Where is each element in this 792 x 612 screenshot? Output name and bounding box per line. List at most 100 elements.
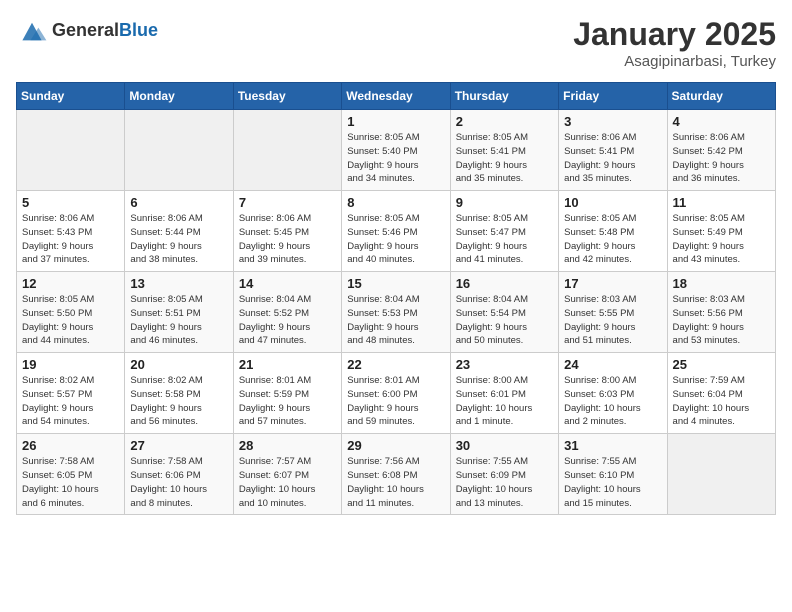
day-info: Sunrise: 8:05 AM Sunset: 5:49 PM Dayligh…	[673, 212, 770, 267]
day-info: Sunrise: 7:55 AM Sunset: 6:09 PM Dayligh…	[456, 455, 553, 510]
day-number: 24	[564, 357, 661, 372]
day-cell: 28 Sunrise: 7:57 AM Sunset: 6:07 PM Dayli…	[233, 434, 341, 515]
day-cell: 31 Sunrise: 7:55 AM Sunset: 6:10 PM Dayli…	[559, 434, 667, 515]
day-number: 2	[456, 114, 553, 129]
day-info: Sunrise: 8:00 AM Sunset: 6:03 PM Dayligh…	[564, 374, 661, 429]
day-info: Sunrise: 8:05 AM Sunset: 5:50 PM Dayligh…	[22, 293, 119, 348]
day-cell: 29Sunrise: 7:56 AM Sunset: 6:08 PM Dayli…	[342, 434, 450, 515]
calendar-table: SundayMondayTuesdayWednesdayThursdayFrid…	[16, 82, 776, 515]
day-number: 10	[564, 195, 661, 210]
day-info: Sunrise: 8:05 AM Sunset: 5:46 PM Dayligh…	[347, 212, 444, 267]
day-number: 30	[456, 438, 553, 453]
day-number: 14	[239, 276, 336, 291]
day-cell: 30 Sunrise: 7:55 AM Sunset: 6:09 PM Dayli…	[450, 434, 558, 515]
day-number: 1	[347, 114, 444, 129]
day-cell: 27 Sunrise: 7:58 AM Sunset: 6:06 PM Dayli…	[125, 434, 233, 515]
day-number: 15	[347, 276, 444, 291]
day-cell	[125, 110, 233, 191]
day-cell: 18 Sunrise: 8:03 AM Sunset: 5:56 PM Dayli…	[667, 272, 775, 353]
day-number: 20	[130, 357, 227, 372]
day-number: 23	[456, 357, 553, 372]
day-info: Sunrise: 8:02 AM Sunset: 5:57 PM Dayligh…	[22, 374, 119, 429]
day-number: 26	[22, 438, 119, 453]
day-info: Sunrise: 8:05 AM Sunset: 5:48 PM Dayligh…	[564, 212, 661, 267]
day-info: Sunrise: 8:04 AM Sunset: 5:53 PM Dayligh…	[347, 293, 444, 348]
week-row-1: 1 Sunrise: 8:05 AM Sunset: 5:40 PM Daylig…	[17, 110, 776, 191]
day-info: Sunrise: 7:55 AM Sunset: 6:10 PM Dayligh…	[564, 455, 661, 510]
day-cell: 13 Sunrise: 8:05 AM Sunset: 5:51 PM Dayli…	[125, 272, 233, 353]
day-number: 27	[130, 438, 227, 453]
day-info: Sunrise: 8:00 AM Sunset: 6:01 PM Dayligh…	[456, 374, 553, 429]
day-info: Sunrise: 8:06 AM Sunset: 5:43 PM Dayligh…	[22, 212, 119, 267]
weekday-header-tuesday: Tuesday	[233, 83, 341, 110]
month-title: January 2025	[573, 16, 776, 53]
day-number: 13	[130, 276, 227, 291]
day-number: 4	[673, 114, 770, 129]
day-info: Sunrise: 8:01 AM Sunset: 6:00 PM Dayligh…	[347, 374, 444, 429]
day-cell: 2 Sunrise: 8:05 AM Sunset: 5:41 PM Daylig…	[450, 110, 558, 191]
weekday-header-row: SundayMondayTuesdayWednesdayThursdayFrid…	[17, 83, 776, 110]
week-row-5: 26Sunrise: 7:58 AM Sunset: 6:05 PM Dayli…	[17, 434, 776, 515]
day-cell: 12 Sunrise: 8:05 AM Sunset: 5:50 PM Dayli…	[17, 272, 125, 353]
weekday-header-thursday: Thursday	[450, 83, 558, 110]
day-cell: 5 Sunrise: 8:06 AM Sunset: 5:43 PM Daylig…	[17, 191, 125, 272]
logo-icon	[16, 16, 48, 44]
day-info: Sunrise: 8:05 AM Sunset: 5:40 PM Dayligh…	[347, 131, 444, 186]
day-info: Sunrise: 8:02 AM Sunset: 5:58 PM Dayligh…	[130, 374, 227, 429]
week-row-4: 19 Sunrise: 8:02 AM Sunset: 5:57 PM Dayli…	[17, 353, 776, 434]
day-info: Sunrise: 8:03 AM Sunset: 5:55 PM Dayligh…	[564, 293, 661, 348]
day-number: 8	[347, 195, 444, 210]
day-info: Sunrise: 8:04 AM Sunset: 5:52 PM Dayligh…	[239, 293, 336, 348]
day-number: 25	[673, 357, 770, 372]
day-cell: 16 Sunrise: 8:04 AM Sunset: 5:54 PM Dayli…	[450, 272, 558, 353]
day-info: Sunrise: 8:05 AM Sunset: 5:51 PM Dayligh…	[130, 293, 227, 348]
weekday-header-monday: Monday	[125, 83, 233, 110]
day-cell: 25 Sunrise: 7:59 AM Sunset: 6:04 PM Dayli…	[667, 353, 775, 434]
day-number: 12	[22, 276, 119, 291]
day-info: Sunrise: 8:05 AM Sunset: 5:47 PM Dayligh…	[456, 212, 553, 267]
day-number: 19	[22, 357, 119, 372]
day-cell: 4 Sunrise: 8:06 AM Sunset: 5:42 PM Daylig…	[667, 110, 775, 191]
week-row-3: 12 Sunrise: 8:05 AM Sunset: 5:50 PM Dayli…	[17, 272, 776, 353]
day-number: 31	[564, 438, 661, 453]
day-info: Sunrise: 7:59 AM Sunset: 6:04 PM Dayligh…	[673, 374, 770, 429]
day-cell	[17, 110, 125, 191]
day-info: Sunrise: 8:05 AM Sunset: 5:41 PM Dayligh…	[456, 131, 553, 186]
week-row-2: 5 Sunrise: 8:06 AM Sunset: 5:43 PM Daylig…	[17, 191, 776, 272]
day-cell: 10 Sunrise: 8:05 AM Sunset: 5:48 PM Dayli…	[559, 191, 667, 272]
day-info: Sunrise: 8:03 AM Sunset: 5:56 PM Dayligh…	[673, 293, 770, 348]
day-cell: 14 Sunrise: 8:04 AM Sunset: 5:52 PM Dayli…	[233, 272, 341, 353]
day-cell: 11Sunrise: 8:05 AM Sunset: 5:49 PM Dayli…	[667, 191, 775, 272]
title-area: January 2025 Asagipinarbasi, Turkey	[573, 16, 776, 70]
day-number: 6	[130, 195, 227, 210]
day-number: 22	[347, 357, 444, 372]
day-cell: 15 Sunrise: 8:04 AM Sunset: 5:53 PM Dayli…	[342, 272, 450, 353]
day-number: 7	[239, 195, 336, 210]
day-number: 28	[239, 438, 336, 453]
weekday-header-sunday: Sunday	[17, 83, 125, 110]
logo-general-text: General	[52, 20, 119, 40]
day-number: 18	[673, 276, 770, 291]
day-cell: 22 Sunrise: 8:01 AM Sunset: 6:00 PM Dayli…	[342, 353, 450, 434]
logo: GeneralBlue	[16, 16, 158, 44]
header: GeneralBlue January 2025 Asagipinarbasi,…	[16, 16, 776, 70]
day-cell: 21Sunrise: 8:01 AM Sunset: 5:59 PM Dayli…	[233, 353, 341, 434]
weekday-header-saturday: Saturday	[667, 83, 775, 110]
day-number: 3	[564, 114, 661, 129]
day-number: 16	[456, 276, 553, 291]
day-info: Sunrise: 7:57 AM Sunset: 6:07 PM Dayligh…	[239, 455, 336, 510]
day-info: Sunrise: 8:06 AM Sunset: 5:44 PM Dayligh…	[130, 212, 227, 267]
day-info: Sunrise: 7:58 AM Sunset: 6:06 PM Dayligh…	[130, 455, 227, 510]
day-info: Sunrise: 8:04 AM Sunset: 5:54 PM Dayligh…	[456, 293, 553, 348]
day-number: 9	[456, 195, 553, 210]
day-cell: 19 Sunrise: 8:02 AM Sunset: 5:57 PM Dayli…	[17, 353, 125, 434]
day-info: Sunrise: 8:06 AM Sunset: 5:42 PM Dayligh…	[673, 131, 770, 186]
day-cell: 24 Sunrise: 8:00 AM Sunset: 6:03 PM Dayli…	[559, 353, 667, 434]
day-number: 17	[564, 276, 661, 291]
day-cell: 26Sunrise: 7:58 AM Sunset: 6:05 PM Dayli…	[17, 434, 125, 515]
weekday-header-friday: Friday	[559, 83, 667, 110]
day-cell: 9 Sunrise: 8:05 AM Sunset: 5:47 PM Daylig…	[450, 191, 558, 272]
day-cell	[233, 110, 341, 191]
day-cell	[667, 434, 775, 515]
day-number: 5	[22, 195, 119, 210]
